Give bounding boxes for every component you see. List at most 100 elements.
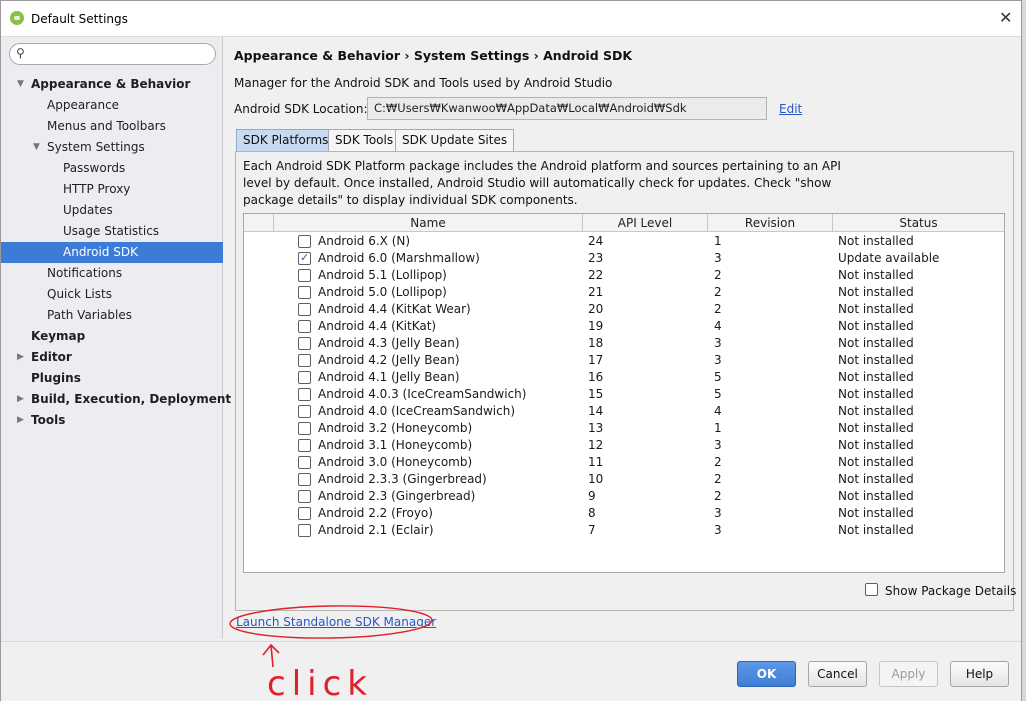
table-row[interactable]: Android 3.0 (Honeycomb) 11 2 Not installed [244,454,1004,471]
row-checkbox[interactable] [298,371,311,384]
sidebar-item-label: Appearance & Behavior [31,77,191,91]
cell-name: Android 4.0.3 (IceCreamSandwich) [318,387,527,401]
expand-arrow-icon[interactable]: ▼ [33,137,40,158]
table-row[interactable]: Android 2.2 (Froyo) 8 3 Not installed [244,505,1004,522]
table-row[interactable]: Android 4.0 (IceCreamSandwich) 14 4 Not ins… [244,403,1004,420]
panel-description: Each Android SDK Platform package includ… [243,159,841,207]
table-row[interactable]: Android 4.4 (KitKat Wear) 20 2 Not installe… [244,301,1004,318]
column-header-api-level[interactable]: API Level [583,214,708,232]
cell-rev: 4 [714,319,722,333]
cell-api: 18 [588,336,604,350]
button-bar [1,641,1021,701]
row-checkbox[interactable] [298,286,311,299]
sidebar-item-path-variables[interactable]: Path Variables [1,305,223,326]
sidebar-item-label: Notifications [47,266,123,280]
row-checkbox[interactable] [298,251,311,265]
table-row[interactable]: Android 4.3 (Jelly Bean) 18 3 Not installed [244,335,1004,352]
row-checkbox[interactable] [298,456,311,469]
row-checkbox[interactable] [298,422,311,435]
sidebar-item-label: Tools [31,413,66,427]
apply-button[interactable]: Apply [879,661,938,687]
sidebar-item-appearance[interactable]: Appearance [1,95,223,116]
sidebar-item-system-settings[interactable]: ▼ System Settings [1,137,223,158]
tab-sdk-update-sites[interactable]: SDK Update Sites [395,129,515,152]
sdk-location-field[interactable]: C:₩Users₩Kwanwoo₩AppData₩Local₩Android₩S… [367,97,767,120]
edit-link[interactable]: Edit [779,102,802,116]
row-checkbox[interactable] [298,439,311,452]
row-checkbox[interactable] [298,337,311,350]
android-studio-icon [10,11,24,25]
row-checkbox[interactable] [298,320,311,333]
cell-status: Not installed [838,523,914,537]
sidebar-item-plugins[interactable]: Plugins [1,368,223,389]
sidebar-item-usage-statistics[interactable]: Usage Statistics [1,221,223,242]
table-row[interactable]: Android 4.1 (Jelly Bean) 16 5 Not installed [244,369,1004,386]
row-checkbox[interactable] [298,303,311,316]
launch-standalone-sdk-manager-link[interactable]: Launch Standalone SDK Manager [236,615,436,629]
sidebar-item-notifications[interactable]: Notifications [1,263,223,284]
expand-arrow-icon[interactable]: ▼ [17,74,24,95]
table-row[interactable]: Android 2.1 (Eclair) 7 3 Not installed [244,522,1004,539]
row-checkbox[interactable] [298,507,311,520]
table-row[interactable]: Android 4.4 (KitKat) 19 4 Not installed [244,318,1004,335]
row-checkbox[interactable] [298,490,311,503]
sidebar-item-tools[interactable]: ▶ Tools [1,410,223,431]
table-row[interactable]: Android 2.3 (Gingerbread) 9 2 Not installed [244,488,1004,505]
sidebar-item-passwords[interactable]: Passwords [1,158,223,179]
table-row[interactable]: Android 5.1 (Lollipop) 22 2 Not installed [244,267,1004,284]
column-header-status[interactable]: Status [833,214,1004,232]
cell-rev: 3 [714,523,722,537]
collapse-arrow-icon[interactable]: ▶ [17,389,24,410]
table-row[interactable]: Android 4.2 (Jelly Bean) 17 3 Not installed [244,352,1004,369]
table-row[interactable]: Android 6.0 (Marshmallow) 23 3 Update avail… [244,250,1004,267]
cancel-button[interactable]: Cancel [808,661,867,687]
table-row[interactable]: Android 2.3.3 (Gingerbread) 10 2 Not instal… [244,471,1004,488]
cell-rev: 3 [714,251,722,265]
cell-api: 13 [588,421,604,435]
cell-status: Not installed [838,404,914,418]
collapse-arrow-icon[interactable]: ▶ [17,410,24,431]
row-checkbox[interactable] [298,473,311,486]
search-input[interactable]: ⚲ [9,43,216,65]
sdk-platforms-table: Name API Level Revision Status Android 6… [243,213,1005,573]
tab-sdk-platforms[interactable]: SDK Platforms [236,129,336,152]
sidebar-item-android-sdk[interactable]: Android SDK [1,242,223,263]
sidebar-item-keymap[interactable]: Keymap [1,326,223,347]
row-checkbox[interactable] [298,405,311,418]
column-header-select[interactable] [244,214,274,232]
sidebar-item-appearance-behavior[interactable]: ▼ Appearance & Behavior [1,74,223,95]
collapse-arrow-icon[interactable]: ▶ [17,347,24,368]
row-checkbox[interactable] [298,269,311,282]
sidebar-item-editor[interactable]: ▶ Editor [1,347,223,368]
column-header-name[interactable]: Name [274,214,583,232]
cell-rev: 2 [714,285,722,299]
cell-rev: 2 [714,268,722,282]
column-header-revision[interactable]: Revision [708,214,833,232]
table-row[interactable]: Android 3.1 (Honeycomb) 12 3 Not installed [244,437,1004,454]
show-package-details-checkbox[interactable] [865,583,878,596]
row-checkbox[interactable] [298,524,311,537]
sidebar-item-http-proxy[interactable]: HTTP Proxy [1,179,223,200]
cell-status: Not installed [838,302,914,316]
row-checkbox[interactable] [298,235,311,248]
cell-name: Android 3.0 (Honeycomb) [318,455,473,469]
table-row[interactable]: Android 5.0 (Lollipop) 21 2 Not installed [244,284,1004,301]
sidebar-item-quick-lists[interactable]: Quick Lists [1,284,223,305]
sidebar-item-build-execution-deployment[interactable]: ▶ Build, Execution, Deployment [1,389,231,410]
help-button[interactable]: Help [950,661,1009,687]
cell-name: Android 4.1 (Jelly Bean) [318,370,460,384]
sidebar-item-menus-and-toolbars[interactable]: Menus and Toolbars [1,116,223,137]
table-row[interactable]: Android 4.0.3 (IceCreamSandwich) 15 5 Not i… [244,386,1004,403]
close-icon[interactable]: ✕ [999,8,1012,27]
cell-name: Android 3.1 (Honeycomb) [318,438,473,452]
cell-status: Not installed [838,489,914,503]
sidebar-item-label: Editor [31,350,72,364]
ok-button[interactable]: OK [737,661,796,687]
row-checkbox[interactable] [298,388,311,401]
table-row[interactable]: Android 3.2 (Honeycomb) 13 1 Not installed [244,420,1004,437]
row-checkbox[interactable] [298,354,311,367]
tab-sdk-tools[interactable]: SDK Tools [328,129,401,152]
cell-api: 21 [588,285,604,299]
table-row[interactable]: Android 6.X (N) 24 1 Not installed [244,233,1004,250]
sidebar-item-updates[interactable]: Updates [1,200,223,221]
